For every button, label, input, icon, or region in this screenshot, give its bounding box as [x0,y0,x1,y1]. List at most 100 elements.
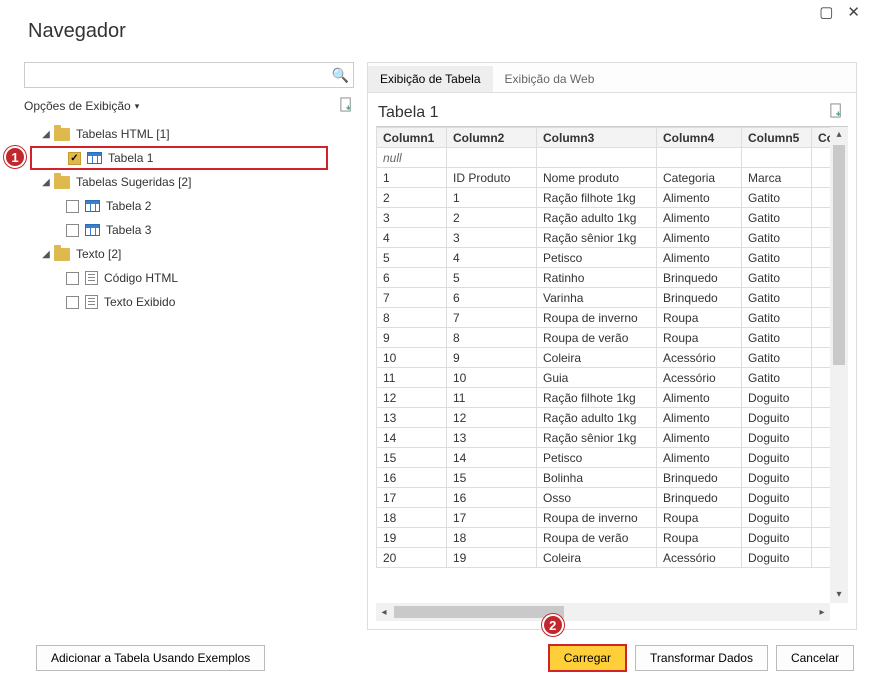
table-row[interactable]: 1514PetiscoAlimentoDoguito [377,448,831,468]
table-cell: Gatito [742,368,812,388]
table-row[interactable]: null [377,148,831,168]
table-cell: Alimento [657,428,742,448]
cancel-button[interactable]: Cancelar [776,645,854,671]
table-row[interactable]: 54PetiscoAlimentoGatito [377,248,831,268]
transform-data-button[interactable]: Transformar Dados [635,645,768,671]
tree-item-tabela-2[interactable]: Tabela 2 [30,194,354,218]
table-cell: Doguito [742,488,812,508]
refresh-tree-icon[interactable] [339,97,354,115]
table-cell: 12 [377,388,447,408]
column-header[interactable]: Column2 [447,128,537,148]
column-header[interactable]: Column4 [657,128,742,148]
table-row[interactable]: 1615BolinhaBrinquedoDoguito [377,468,831,488]
table-cell: Ração filhote 1kg [537,188,657,208]
table-row[interactable]: 2019ColeiraAcessórioDoguito [377,548,831,568]
table-cell: 13 [447,428,537,448]
table-cell: Acessório [657,548,742,568]
search-icon[interactable]: 🔍 [332,67,349,84]
maximize-icon[interactable]: ▢ [819,4,833,24]
checkbox-icon[interactable] [66,296,79,309]
tree-item-texto-exibido[interactable]: Texto Exibido [30,290,354,314]
table-cell [812,508,831,528]
collapse-icon[interactable]: ◢ [40,176,52,188]
tree-group-text[interactable]: ◢ Texto [2] [24,242,354,266]
display-options-label: Opções de Exibição [24,99,131,113]
table-cell: Doguito [742,408,812,428]
checkbox-icon[interactable] [66,200,79,213]
table-cell [812,308,831,328]
table-cell: 13 [377,408,447,428]
checkbox-icon[interactable] [66,224,79,237]
scroll-up-icon[interactable]: ▴ [836,127,841,143]
table-cell: 16 [377,468,447,488]
table-row[interactable]: 1110GuiaAcessórioGatito [377,368,831,388]
table-row[interactable]: 32Ração adulto 1kgAlimentoGatito [377,208,831,228]
table-cell: 5 [377,248,447,268]
tree-item-tabela-1[interactable]: Tabela 1 [30,146,328,170]
table-cell: Ração adulto 1kg [537,208,657,228]
table-cell: 17 [447,508,537,528]
table-cell [447,148,537,168]
table-cell: Gatito [742,188,812,208]
scroll-thumb[interactable] [833,145,845,365]
table-cell: 18 [377,508,447,528]
collapse-icon[interactable]: ◢ [40,248,52,260]
table-cell: 14 [377,428,447,448]
checkbox-icon[interactable] [66,272,79,285]
folder-icon [54,248,70,261]
table-cell: 9 [447,348,537,368]
table-row[interactable]: 1817Roupa de invernoRoupaDoguito [377,508,831,528]
table-row[interactable]: 65RatinhoBrinquedoGatito [377,268,831,288]
table-cell: 6 [447,288,537,308]
table-cell: 10 [377,348,447,368]
scroll-left-icon[interactable]: ◂ [376,607,392,618]
table-cell: 18 [447,528,537,548]
scroll-right-icon[interactable]: ▸ [814,607,830,618]
tree-group-suggested[interactable]: ◢ Tabelas Sugeridas [2] [24,170,354,194]
table-row[interactable]: 1ID ProdutoNome produtoCategoriaMarca [377,168,831,188]
table-row[interactable]: 76VarinhaBrinquedoGatito [377,288,831,308]
tree-group-html-tables[interactable]: ◢ Tabelas HTML [1] [24,122,354,146]
search-input-wrap[interactable]: 🔍 [24,62,354,88]
table-row[interactable]: 98Roupa de verãoRoupaGatito [377,328,831,348]
table-row[interactable]: 1918Roupa de verãoRoupaDoguito [377,528,831,548]
table-cell: Ração adulto 1kg [537,408,657,428]
column-header[interactable]: Column5 [742,128,812,148]
column-header[interactable]: Column3 [537,128,657,148]
load-button[interactable]: Carregar [548,644,627,672]
table-row[interactable]: 1211Ração filhote 1kgAlimentoDoguito [377,388,831,408]
column-header[interactable]: Colu [812,128,831,148]
table-cell: Doguito [742,468,812,488]
table-row[interactable]: 1413Ração sênior 1kgAlimentoDoguito [377,428,831,448]
annotation-1: 1 [4,146,26,168]
preview-title: Tabela 1 [378,104,439,122]
table-cell: Doguito [742,448,812,468]
add-table-examples-button[interactable]: Adicionar a Tabela Usando Exemplos [36,645,265,671]
scroll-thumb[interactable] [394,606,564,618]
table-cell: Guia [537,368,657,388]
preview-table: Column1 Column2 Column3 Column4 Column5 … [376,127,830,568]
table-row[interactable]: 1312Ração adulto 1kgAlimentoDoguito [377,408,831,428]
table-row[interactable]: 21Ração filhote 1kgAlimentoGatito [377,188,831,208]
scroll-down-icon[interactable]: ▾ [836,587,841,603]
collapse-icon[interactable]: ◢ [40,128,52,140]
horizontal-scrollbar[interactable]: ◂ ▸ [376,603,830,621]
table-row[interactable]: 1716OssoBrinquedoDoguito [377,488,831,508]
tab-table-view[interactable]: Exibição de Tabela [368,66,493,92]
table-cell: 11 [447,388,537,408]
table-icon [87,152,102,164]
tab-web-view[interactable]: Exibição da Web [493,66,607,92]
tree-item-codigo-html[interactable]: Código HTML [30,266,354,290]
table-cell: Alimento [657,188,742,208]
table-row[interactable]: 43Ração sênior 1kgAlimentoGatito [377,228,831,248]
search-input[interactable] [31,64,332,86]
table-row[interactable]: 109ColeiraAcessórioGatito [377,348,831,368]
table-row[interactable]: 87Roupa de invernoRoupaGatito [377,308,831,328]
column-header[interactable]: Column1 [377,128,447,148]
checkbox-checked-icon[interactable] [68,152,81,165]
tree-item-tabela-3[interactable]: Tabela 3 [30,218,354,242]
display-options-dropdown[interactable]: Opções de Exibição ▾ [24,99,139,113]
close-icon[interactable]: ✕ [847,4,860,24]
refresh-preview-icon[interactable] [829,103,844,122]
vertical-scrollbar[interactable]: ▴ ▾ [830,127,848,603]
